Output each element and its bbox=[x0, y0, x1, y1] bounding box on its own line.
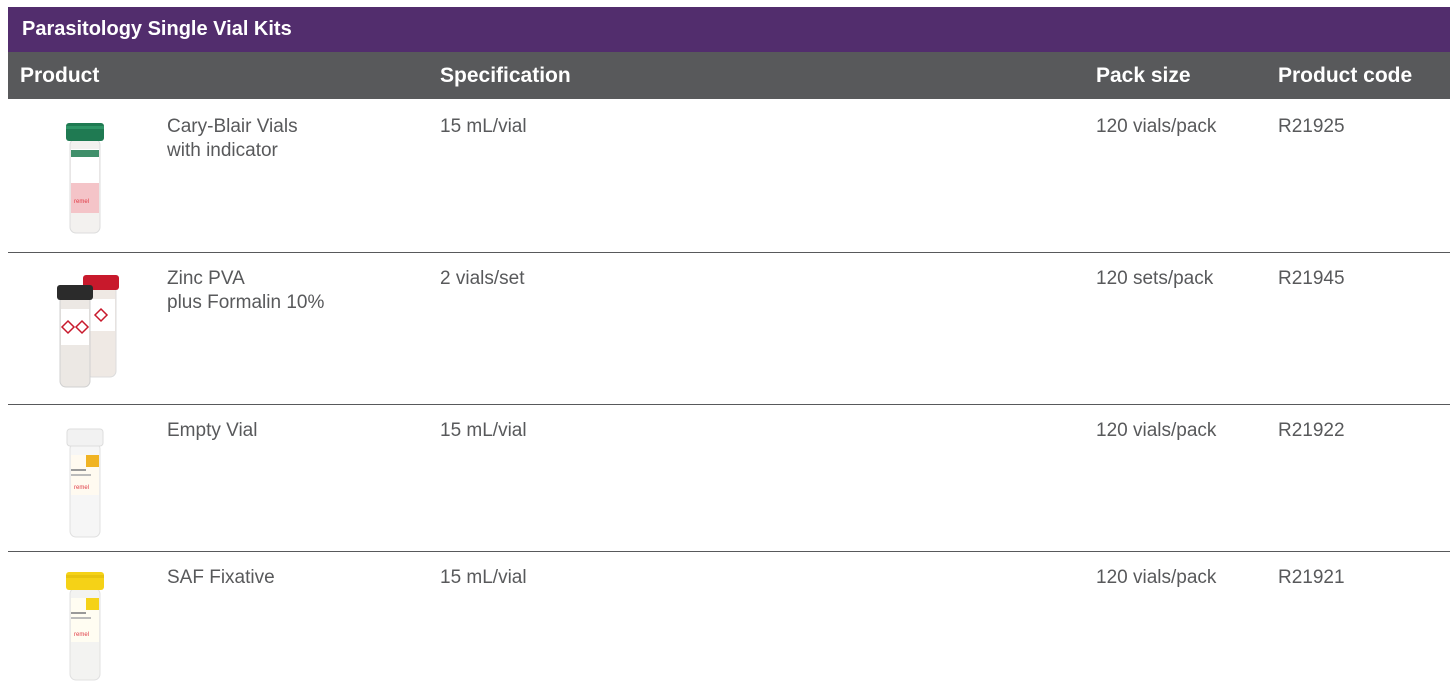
table-row: Zinc PVA plus Formalin 10% 2 vials/set 1… bbox=[8, 253, 1450, 404]
product-code-cell: R21945 bbox=[1278, 268, 1345, 289]
table-row: remel Cary-Blair Vials with indicator 15… bbox=[8, 101, 1450, 252]
header-specification: Specification bbox=[440, 64, 571, 87]
pack-size-cell: 120 vials/pack bbox=[1096, 567, 1217, 588]
product-code-cell: R21922 bbox=[1278, 420, 1345, 441]
empty-vial-white-cap-icon: remel bbox=[66, 428, 104, 538]
product-name: SAF Fixative bbox=[167, 566, 275, 590]
specification-cell: 15 mL/vial bbox=[440, 116, 527, 137]
table-row: remel Empty Vial 15 mL/vial 120 vials/pa… bbox=[8, 405, 1450, 556]
product-code-cell: R21925 bbox=[1278, 116, 1345, 137]
product-name-line-1: Zinc PVA bbox=[167, 268, 245, 289]
cary-blair-vial-green-cap-icon: remel bbox=[66, 123, 104, 234]
zinc-pva-formalin-vial-pair-icon bbox=[57, 275, 119, 388]
product-name-line-1: Empty Vial bbox=[167, 420, 258, 441]
product-name: Zinc PVA plus Formalin 10% bbox=[167, 267, 324, 315]
pack-size-cell: 120 sets/pack bbox=[1096, 268, 1214, 289]
product-name-line-2: plus Formalin 10% bbox=[167, 292, 325, 313]
header-product: Product bbox=[20, 64, 100, 87]
svg-text:remel: remel bbox=[74, 632, 89, 638]
saf-fixative-vial-yellow-cap-icon: remel bbox=[66, 572, 104, 681]
product-name-line-2: with indicator bbox=[167, 140, 278, 161]
specification-cell: 2 vials/set bbox=[440, 268, 525, 289]
pack-size-cell: 120 vials/pack bbox=[1096, 116, 1217, 137]
product-name: Empty Vial bbox=[167, 419, 257, 443]
table-row: remel SAF Fixative 15 mL/vial 120 vials/… bbox=[8, 552, 1450, 685]
product-name: Cary-Blair Vials with indicator bbox=[167, 115, 298, 163]
specification-cell: 15 mL/vial bbox=[440, 567, 527, 588]
svg-text:remel: remel bbox=[74, 199, 89, 205]
pack-size-cell: 120 vials/pack bbox=[1096, 420, 1217, 441]
product-name-line-1: SAF Fixative bbox=[167, 567, 275, 588]
header-pack-size: Pack size bbox=[1096, 64, 1191, 87]
product-name-line-1: Cary-Blair Vials bbox=[167, 116, 298, 137]
table-title: Parasitology Single Vial Kits bbox=[8, 7, 1450, 52]
header-product-code: Product code bbox=[1278, 64, 1413, 87]
specification-cell: 15 mL/vial bbox=[440, 420, 527, 441]
svg-text:remel: remel bbox=[74, 485, 89, 491]
table-header-row: Product Specification Pack size Product … bbox=[8, 52, 1450, 99]
product-code-cell: R21921 bbox=[1278, 567, 1345, 588]
